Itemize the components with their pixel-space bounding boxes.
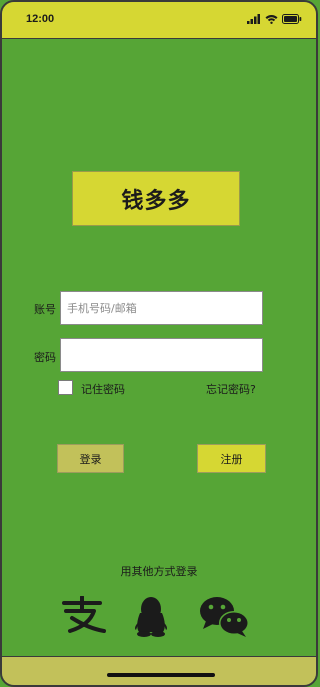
battery-icon bbox=[282, 14, 302, 24]
phone-screen: 12:00 钱多多 账号 手机号码/邮箱 密码 记住密码 忘记密码? 登录 注册… bbox=[0, 0, 318, 687]
status-time: 12:00 bbox=[26, 13, 55, 25]
account-label: 账号 bbox=[34, 303, 56, 316]
password-input[interactable] bbox=[60, 338, 263, 372]
bottom-bar bbox=[2, 656, 316, 685]
status-icons bbox=[247, 14, 302, 24]
wechat-icon[interactable] bbox=[199, 596, 251, 638]
password-label: 密码 bbox=[34, 351, 56, 364]
forgot-password-link[interactable]: 忘记密码? bbox=[206, 381, 256, 397]
other-login-label: 用其他方式登录 bbox=[120, 565, 198, 578]
wifi-icon bbox=[265, 14, 278, 24]
remember-password-label[interactable]: 记住密码 bbox=[81, 381, 125, 397]
qq-icon[interactable] bbox=[133, 596, 169, 638]
account-input[interactable] bbox=[60, 291, 263, 325]
app-title: 钱多多 bbox=[121, 188, 191, 214]
status-bar: 12:00 bbox=[2, 2, 316, 39]
remember-password-checkbox[interactable] bbox=[58, 380, 73, 395]
app-logo: 钱多多 bbox=[72, 171, 240, 226]
signal-icon bbox=[247, 14, 261, 24]
home-indicator[interactable] bbox=[107, 673, 215, 677]
register-button[interactable]: 注册 bbox=[197, 444, 266, 473]
alipay-icon[interactable] bbox=[58, 596, 108, 636]
login-button[interactable]: 登录 bbox=[57, 444, 124, 473]
